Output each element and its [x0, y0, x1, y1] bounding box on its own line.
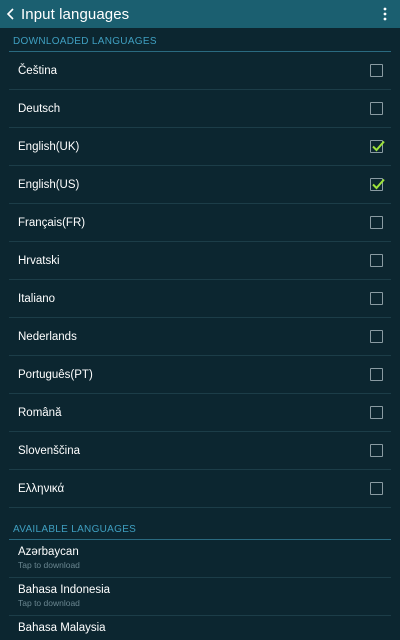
language-row[interactable]: Hrvatski — [9, 242, 391, 280]
language-checkbox[interactable] — [370, 254, 383, 267]
language-row[interactable]: English(UK) — [9, 128, 391, 166]
language-checkbox[interactable] — [370, 444, 383, 457]
language-label: English(US) — [18, 178, 80, 191]
language-row[interactable]: Deutsch — [9, 90, 391, 128]
language-row[interactable]: Slovenščina — [9, 432, 391, 470]
language-row[interactable]: Français(FR) — [9, 204, 391, 242]
language-checkbox[interactable] — [370, 292, 383, 305]
language-row[interactable]: Čeština — [9, 52, 391, 90]
language-label: Azərbaycan — [18, 546, 79, 558]
more-options-icon[interactable] — [378, 0, 392, 28]
language-row[interactable]: Português(PT) — [9, 356, 391, 394]
language-label: English(UK) — [18, 140, 80, 153]
language-label: Bahasa Malaysia — [18, 622, 106, 634]
available-languages-header: AVAILABLE LANGUAGES — [9, 516, 391, 540]
language-row[interactable]: Ελληνικά — [9, 470, 391, 508]
download-hint: Tap to download — [18, 598, 80, 608]
app-window: Input languages DOWNLOADED LANGUAGES Češ… — [0, 0, 400, 640]
settings-list: DOWNLOADED LANGUAGES Čeština Deutsch Engli… — [0, 28, 400, 640]
check-icon — [372, 140, 385, 152]
language-label: Português(PT) — [18, 368, 93, 381]
language-checkbox[interactable] — [370, 178, 385, 191]
action-bar: Input languages — [0, 0, 400, 28]
available-language-row[interactable]: Azərbaycan Tap to download — [9, 540, 391, 578]
language-row[interactable]: Italiano — [9, 280, 391, 318]
language-checkbox[interactable] — [370, 406, 383, 419]
available-languages-list: Azərbaycan Tap to download Bahasa Indonesi… — [9, 540, 391, 640]
language-checkbox[interactable] — [370, 64, 383, 77]
language-label: Slovenščina — [18, 444, 81, 457]
check-icon — [372, 178, 385, 190]
language-row[interactable]: English(US) — [9, 166, 391, 204]
back-icon[interactable] — [3, 0, 19, 28]
language-label: Čeština — [18, 64, 57, 77]
language-label: Română — [18, 406, 62, 419]
available-language-row[interactable]: Bahasa Malaysia — [9, 616, 391, 640]
language-label: Nederlands — [18, 330, 77, 343]
language-checkbox[interactable] — [370, 102, 383, 115]
downloaded-languages-list: Čeština Deutsch English(UK) English(US) Fran… — [9, 52, 391, 516]
language-row[interactable]: Română — [9, 394, 391, 432]
language-checkbox[interactable] — [370, 330, 383, 343]
download-hint: Tap to download — [18, 560, 80, 570]
page-title: Input languages — [21, 5, 130, 23]
language-label: Italiano — [18, 292, 56, 305]
language-checkbox[interactable] — [370, 140, 385, 153]
language-checkbox[interactable] — [370, 482, 383, 495]
language-label: Français(FR) — [18, 216, 86, 229]
available-language-row[interactable]: Bahasa Indonesia Tap to download — [9, 578, 391, 616]
language-label: Ελληνικά — [18, 482, 65, 495]
language-row[interactable]: Nederlands — [9, 318, 391, 356]
language-checkbox[interactable] — [370, 216, 383, 229]
language-label: Deutsch — [18, 102, 61, 115]
downloaded-languages-header: DOWNLOADED LANGUAGES — [9, 28, 391, 52]
language-label: Bahasa Indonesia — [18, 584, 111, 596]
language-checkbox[interactable] — [370, 368, 383, 381]
language-label: Hrvatski — [18, 254, 60, 267]
